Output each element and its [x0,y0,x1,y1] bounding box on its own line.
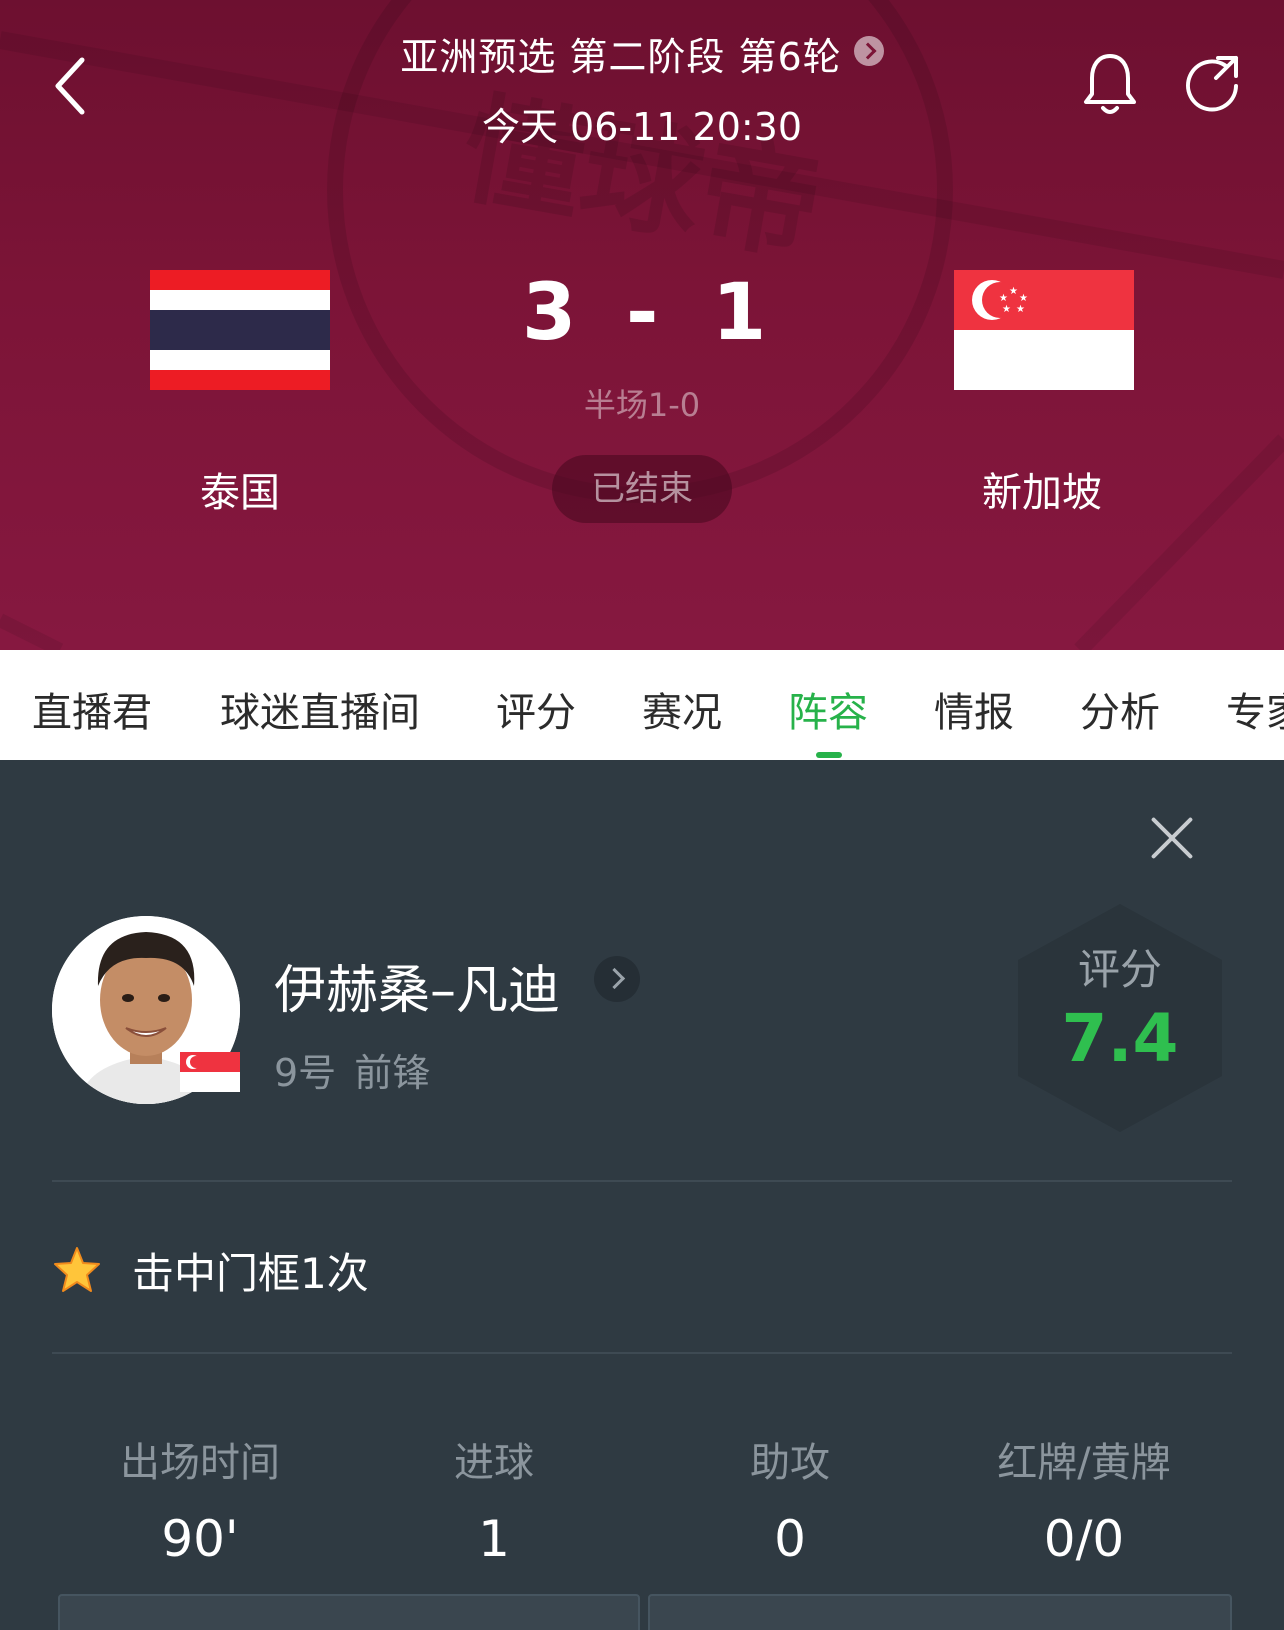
tab-live-commentary[interactable]: 直播君 [32,680,152,738]
thailand-flag-icon [150,270,330,390]
home-score: 3 [522,268,577,358]
stat-label: 出场时间 [120,1440,280,1486]
detail-cards-row [52,1586,1232,1630]
chevron-right-icon [853,36,884,66]
refresh-button[interactable] [1180,52,1244,116]
svg-text:★: ★ [1019,293,1028,304]
player-highlight: 击中门框1次 [132,1249,369,1298]
match-header: 懂球帝 亚洲预选 第二阶段 第6轮 今天 06-11 20:30 ★ ★ ★ ★… [0,0,1284,650]
svg-text:★: ★ [999,293,1008,304]
singapore-flag-icon: ★★ ★★ ★ [954,270,1134,390]
stat-label: 助攻 [750,1440,830,1486]
player-position: 前锋 [354,1051,431,1095]
bell-icon [1084,54,1136,114]
rating-label: 评分 [1077,945,1162,994]
divider [52,1352,1232,1354]
svg-text:★: ★ [1002,304,1011,315]
stat-value: 0/0 [1043,1510,1125,1568]
stat-assists: 助攻 0 [640,1430,940,1568]
detail-card[interactable] [648,1594,1232,1630]
stat-value: 0 [774,1510,806,1568]
close-button[interactable] [1144,810,1200,866]
svg-text:★: ★ [1009,286,1018,297]
active-tab-indicator [816,752,842,758]
tab-ratings[interactable]: 评分 [496,680,576,738]
stat-goals: 进球 1 [344,1430,644,1568]
notification-button[interactable] [1080,50,1140,120]
halftime-score: 半场1-0 [583,386,701,424]
stat-label: 进球 [454,1440,534,1486]
player-meta: 9号 前锋 [274,1042,430,1097]
singapore-flag-icon [180,1052,240,1092]
tab-analysis[interactable]: 分析 [1080,680,1160,738]
tab-match-events[interactable]: 赛况 [642,680,722,738]
stat-value: 90' [161,1510,239,1568]
tab-fan-live-room[interactable]: 球迷直播间 [220,680,420,738]
stat-cards: 红牌/黄牌 0/0 [934,1430,1234,1568]
stat-label: 红牌/黄牌 [997,1440,1171,1486]
tab-experts[interactable]: 专家 [1226,680,1284,738]
match-status-badge: 已结束 [552,455,732,523]
tab-intel[interactable]: 情报 [934,680,1014,738]
home-team-name[interactable]: 泰国 [120,460,360,518]
score-separator: - [626,268,659,358]
round-title: 亚洲预选 第二阶段 第6轮 [400,35,842,79]
star-icon [54,1247,100,1292]
away-team-name[interactable]: 新加坡 [922,460,1162,518]
player-profile-chevron-icon[interactable] [594,956,640,1002]
stat-minutes-played: 出场时间 90' [50,1430,350,1568]
player-number: 9号 [274,1051,337,1095]
tab-lineup[interactable]: 阵容 [788,680,868,738]
tab-bar: 直播君 球迷直播间 评分 赛况 阵容 情报 分析 专家 [0,650,1284,760]
scoreboard: 3 - 1 [500,268,784,368]
refresh-icon [1186,56,1238,112]
player-detail-panel: 伊赫桑–凡迪 9号 前锋 评分 7.4 击中门框1次 出场时间 90' 进球 1 … [0,760,1284,1630]
divider [52,1180,1232,1182]
away-score: 1 [712,268,767,358]
svg-text:★: ★ [1016,304,1025,315]
stat-value: 1 [478,1510,510,1568]
rating-value: 7.4 [1061,1000,1179,1077]
detail-card[interactable] [58,1594,640,1630]
player-name[interactable]: 伊赫桑–凡迪 [274,948,560,1023]
